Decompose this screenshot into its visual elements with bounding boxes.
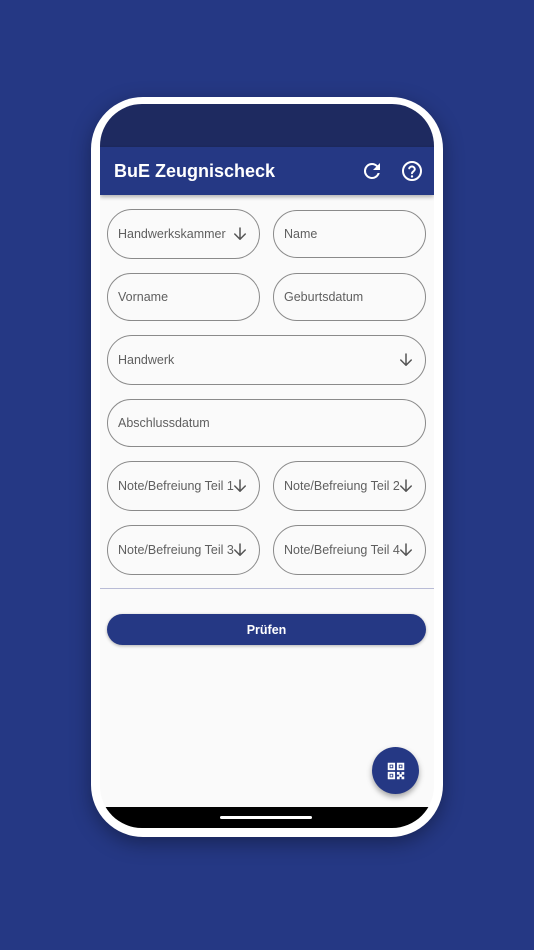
vorname-label: Vorname bbox=[118, 290, 169, 304]
qr-code-scan-icon bbox=[387, 762, 404, 779]
note-teil-4-dropdown[interactable]: Note/Befreiung Teil 4 bbox=[273, 525, 426, 575]
form-divider bbox=[100, 588, 434, 589]
note-teil-3-dropdown[interactable]: Note/Befreiung Teil 3 bbox=[107, 525, 260, 575]
handwerkskammer-label: Handwerkskammer bbox=[118, 227, 226, 241]
refresh-icon[interactable] bbox=[360, 159, 384, 183]
handwerk-label: Handwerk bbox=[118, 353, 175, 367]
note-teil-2-dropdown[interactable]: Note/Befreiung Teil 2 bbox=[273, 461, 426, 511]
pruefen-button[interactable]: Prüfen bbox=[107, 614, 426, 645]
arrow-down-icon bbox=[234, 227, 246, 240]
name-input[interactable]: Name bbox=[273, 210, 426, 258]
note-teil-4-label: Note/Befreiung Teil 4 bbox=[284, 543, 400, 557]
name-label: Name bbox=[284, 227, 318, 241]
geburtsdatum-label: Geburtsdatum bbox=[284, 290, 364, 304]
note-teil-2-label: Note/Befreiung Teil 2 bbox=[284, 479, 400, 493]
handwerkskammer-dropdown[interactable]: Handwerkskammer bbox=[107, 209, 260, 259]
home-indicator[interactable] bbox=[220, 816, 312, 819]
handwerk-dropdown[interactable]: Handwerk bbox=[107, 335, 426, 385]
abschlussdatum-input[interactable]: Abschlussdatum bbox=[107, 399, 426, 447]
app-screen: BuE Zeugnischeck Handwerkskammer Name Vo… bbox=[100, 104, 434, 828]
qr-scan-fab[interactable] bbox=[372, 747, 419, 794]
note-teil-3-label: Note/Befreiung Teil 3 bbox=[118, 543, 234, 557]
app-bar: BuE Zeugnischeck bbox=[100, 147, 434, 195]
vorname-input[interactable]: Vorname bbox=[107, 273, 260, 321]
note-teil-1-label: Note/Befreiung Teil 1 bbox=[118, 479, 234, 493]
status-bar bbox=[100, 104, 434, 147]
navigation-bar bbox=[100, 807, 434, 828]
geburtsdatum-input[interactable]: Geburtsdatum bbox=[273, 273, 426, 321]
note-teil-1-dropdown[interactable]: Note/Befreiung Teil 1 bbox=[107, 461, 260, 511]
arrow-down-icon bbox=[400, 479, 412, 492]
arrow-down-icon bbox=[234, 543, 246, 556]
arrow-down-icon bbox=[400, 353, 412, 366]
help-circle-icon[interactable] bbox=[400, 159, 424, 183]
arrow-down-icon bbox=[400, 543, 412, 556]
arrow-down-icon bbox=[234, 479, 246, 492]
abschlussdatum-label: Abschlussdatum bbox=[118, 416, 210, 430]
app-title: BuE Zeugnischeck bbox=[114, 161, 276, 181]
